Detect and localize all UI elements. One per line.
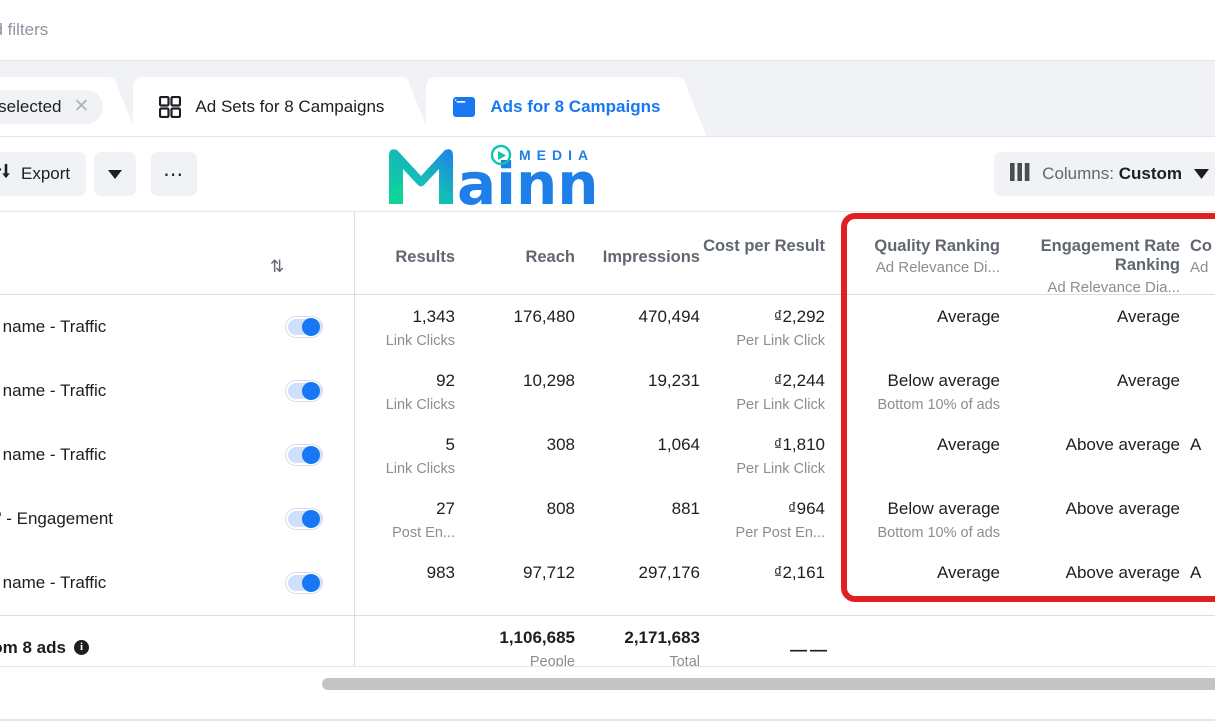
- cell-cost-per-result: ₫2,244 Per Link Click: [736, 371, 825, 414]
- col-cost-per-result[interactable]: Cost per Result: [680, 237, 825, 256]
- cell-engagement-rate-ranking: Average: [1116, 307, 1180, 326]
- columns-label-text: Columns:: [1042, 164, 1114, 183]
- cell-quality-ranking: Below average Bottom 10% of ads: [877, 499, 1000, 542]
- table-header-row: ⇅ Results Reach Impressions Cost per Res…: [0, 212, 1215, 297]
- cell-quality-ranking: Average: [936, 307, 1000, 326]
- chevron-down-icon: [108, 164, 123, 184]
- facebook-ads-manager-screen: dd filters 8 selected ✕ Ad Sets for 8 Ca…: [0, 0, 1215, 721]
- cell-engagement-rate-ranking: Average: [1116, 371, 1180, 390]
- summary-impressions: 2,171,683 Total: [624, 628, 700, 671]
- cell-impressions: 881: [671, 499, 700, 518]
- table-row[interactable]: ult name - Traffic 983 97,712 297,176 ₫2…: [0, 551, 1215, 615]
- horizontal-scrollbar[interactable]: [0, 678, 1215, 690]
- sort-updown-icon[interactable]: ⇅: [270, 257, 284, 277]
- ads-table: ⇅ Results Reach Impressions Cost per Res…: [0, 212, 1215, 680]
- cell-quality-ranking: Average: [936, 563, 1000, 582]
- tab-ad-sets-label: Ad Sets for 8 Campaigns: [195, 96, 385, 116]
- cell-engagement-rate-ranking: Above average: [1065, 499, 1180, 518]
- ad-name[interactable]: ult name - Traffic: [0, 317, 106, 337]
- cell-quality-ranking: Below average Bottom 10% of ads: [877, 371, 1000, 414]
- mainn-media-logo: ainn MEDIA: [383, 142, 628, 218]
- ad-name[interactable]: ult name - Traffic: [0, 445, 106, 465]
- col-quality-ranking[interactable]: Quality Ranking Ad Relevance Di...: [855, 237, 1000, 277]
- summary-label: from 8 ads i: [0, 638, 89, 658]
- ad-name[interactable]: : "" - Engagement: [0, 509, 113, 529]
- table-footer: [0, 666, 1215, 721]
- table-row[interactable]: ult name - Traffic 5Link Clicks 308 1,06…: [0, 423, 1215, 487]
- cell-cost-per-result: ₫1,810 Per Link Click: [736, 435, 825, 478]
- cell-engagement-rate-ranking: Above average: [1065, 435, 1180, 454]
- selected-chip-label: 8 selected: [0, 96, 62, 116]
- columns-value: Custom: [1118, 164, 1182, 183]
- table-row[interactable]: ult name - Traffic 1,343Link Clicks 176,…: [0, 295, 1215, 359]
- summary-label-text: from 8 ads: [0, 637, 66, 657]
- export-dropdown-button[interactable]: [94, 152, 137, 196]
- ad-name[interactable]: ult name - Traffic: [0, 381, 106, 401]
- tab-ad-sets[interactable]: Ad Sets for 8 Campaigns: [133, 77, 431, 136]
- grid-icon: [159, 95, 182, 118]
- selected-chip[interactable]: 8 selected ✕: [0, 89, 104, 124]
- export-label: Export: [21, 164, 71, 183]
- filter-bar: dd filters: [0, 0, 1215, 61]
- cell-impressions: 297,176: [638, 563, 700, 582]
- tab-edge: [682, 77, 707, 136]
- table-row[interactable]: ult name - Traffic 92Link Clicks 10,298 …: [0, 359, 1215, 423]
- info-icon[interactable]: i: [73, 640, 89, 655]
- col-conversion-rate-ranking-sub: Ad: [1190, 259, 1209, 277]
- tab-ads-label: Ads for 8 Campaigns: [490, 96, 661, 116]
- ad-name[interactable]: ult name - Traffic: [0, 573, 106, 593]
- summary-results: —: [790, 640, 807, 659]
- ads-card-icon: [452, 95, 476, 119]
- col-engagement-rate-ranking-sub: Ad Relevance Dia...: [1047, 278, 1180, 296]
- cell-engagement-rate-ranking: Above average: [1065, 563, 1180, 582]
- table-row[interactable]: : "" - Engagement 27Post En... 808 881 ₫…: [0, 487, 1215, 551]
- col-conversion-rate-ranking[interactable]: Co Ad: [1190, 237, 1215, 277]
- cell-cost-per-result: ₫2,292 Per Link Click: [736, 307, 825, 350]
- scrollbar-thumb[interactable]: [322, 678, 1215, 690]
- col-engagement-rate-ranking[interactable]: Engagement Rate Ranking Ad Relevance Dia…: [1010, 237, 1180, 297]
- cell-quality-ranking: Average: [936, 435, 1000, 454]
- col-impressions[interactable]: Impressions: [530, 248, 700, 267]
- chevron-down-icon: [1194, 164, 1209, 184]
- cell-cost-per-result: ₫964 Per Post En...: [735, 499, 825, 542]
- selected-count-tab[interactable]: 8 selected ✕: [0, 77, 138, 136]
- columns-label: Columns: Custom: [1042, 164, 1182, 184]
- columns-button[interactable]: Columns: Custom: [994, 152, 1215, 196]
- add-filters-text[interactable]: dd filters: [0, 20, 48, 40]
- columns-bars-icon: [1010, 162, 1030, 186]
- summary-cost: —: [810, 640, 827, 659]
- cell-impressions: 470,494: [638, 307, 700, 326]
- tab-strip: 8 selected ✕ Ad Sets for 8 Campaigns: [0, 61, 1215, 137]
- more-options-button[interactable]: ⋯: [151, 152, 198, 196]
- cell-impressions: 19,231: [648, 371, 700, 390]
- cell-impressions: 1,064: [657, 435, 700, 454]
- col-quality-ranking-sub: Ad Relevance Di...: [875, 259, 1000, 277]
- tab-ads[interactable]: Ads for 8 Campaigns: [426, 77, 707, 136]
- export-arrows-icon: [0, 162, 12, 187]
- close-icon[interactable]: ✕: [74, 97, 90, 116]
- cell-cost-per-result: ₫2,161: [773, 563, 825, 582]
- cell-conversion-rate-ranking: A: [1190, 435, 1202, 454]
- export-button[interactable]: Export: [0, 152, 87, 196]
- svg-text:MEDIA: MEDIA: [519, 147, 594, 163]
- cell-conversion-rate-ranking: A: [1190, 563, 1202, 582]
- ellipsis-icon: ⋯: [163, 163, 186, 186]
